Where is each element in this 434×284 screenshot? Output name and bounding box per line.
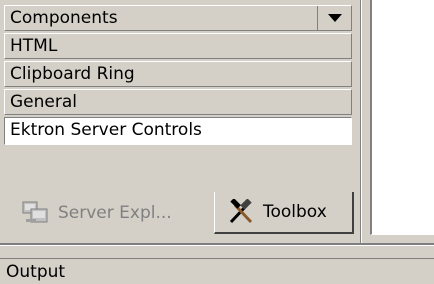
toolbox-hammer-icon — [229, 199, 253, 224]
category-html[interactable]: HTML — [4, 33, 352, 59]
category-ektron-server-controls[interactable]: Ektron Server Controls — [4, 117, 352, 145]
tab-toolbox[interactable]: Toolbox — [214, 192, 354, 234]
category-general[interactable]: General — [4, 89, 352, 115]
tab-label: Toolbox — [263, 202, 327, 222]
splitter-highlight-line — [361, 0, 362, 243]
category-label: Components — [10, 8, 118, 28]
category-clipboard-ring[interactable]: Clipboard Ring — [4, 61, 352, 87]
category-label: Ektron Server Controls — [10, 120, 202, 140]
tab-label: Server Expl... — [58, 203, 172, 223]
toolbox-panel: Components HTML Clipboard Ring General E… — [0, 0, 358, 243]
components-dropdown-button[interactable] — [317, 6, 351, 30]
category-label: Clipboard Ring — [10, 64, 135, 84]
server-explorer-icon — [22, 201, 48, 223]
chevron-down-icon — [327, 14, 342, 22]
category-components[interactable]: Components — [4, 5, 352, 31]
panel-tabstrip: Server Expl... Toolbox — [0, 188, 358, 243]
document-pane[interactable] — [370, 0, 434, 235]
category-label: General — [10, 92, 77, 112]
tab-server-explorer[interactable]: Server Expl... — [8, 192, 214, 234]
category-label: HTML — [10, 36, 58, 56]
output-panel-title[interactable]: Output — [0, 258, 434, 284]
divider — [0, 245, 434, 246]
splitter[interactable] — [358, 0, 370, 243]
output-label: Output — [6, 262, 66, 282]
